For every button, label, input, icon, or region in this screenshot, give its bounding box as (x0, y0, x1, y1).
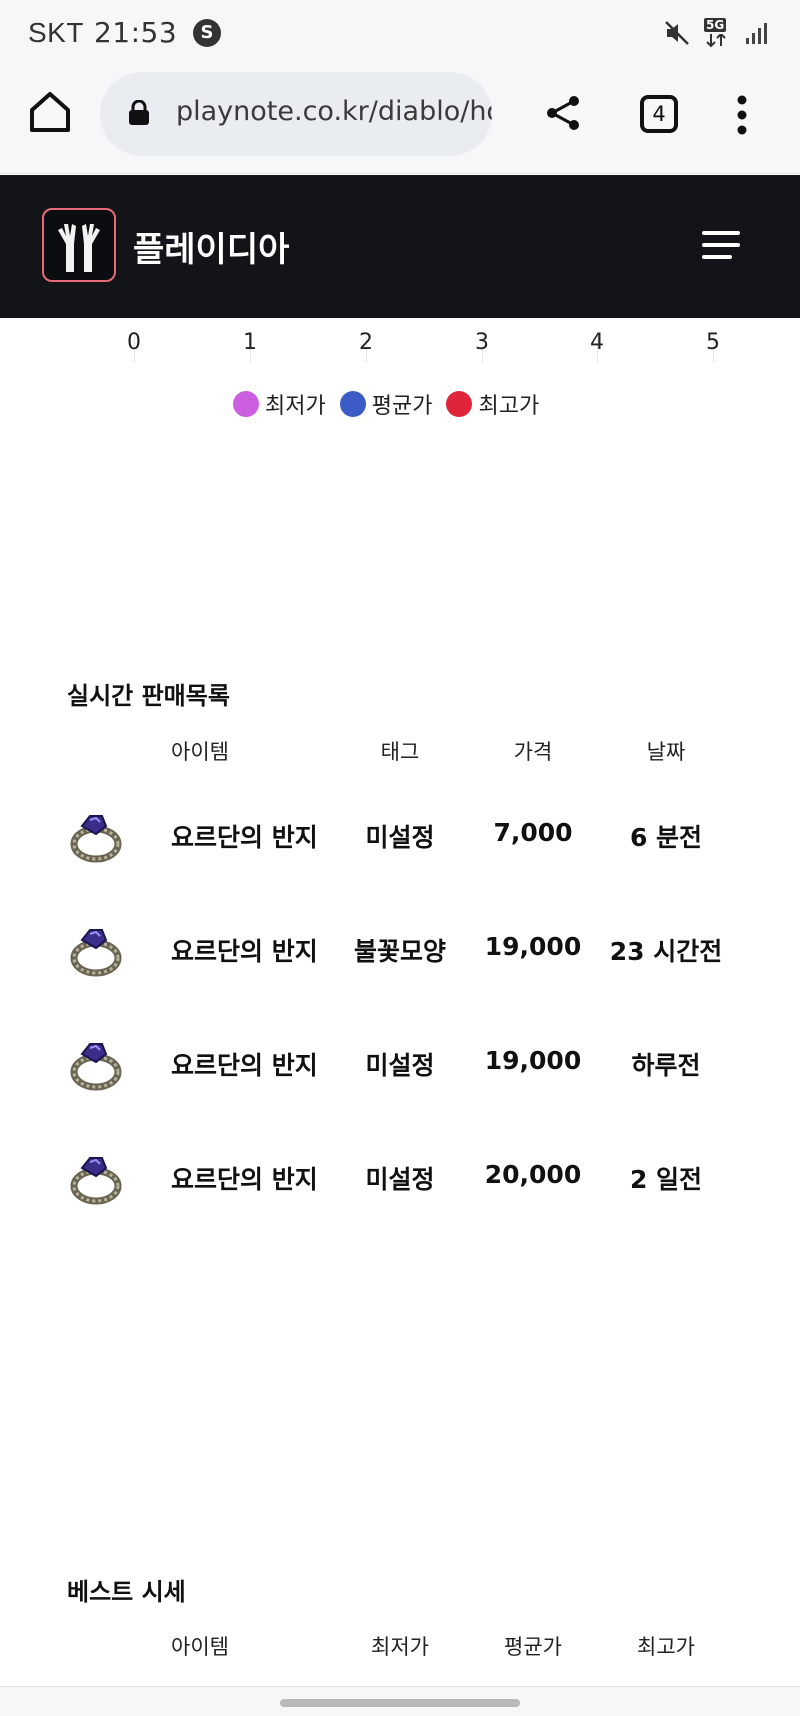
mute-icon (665, 21, 689, 45)
home-icon[interactable] (28, 90, 72, 134)
item-price: 19,000 (484, 1046, 582, 1075)
address-bar[interactable]: playnote.co.kr/diablo/hor (100, 72, 492, 156)
header-tag: 태그 (380, 740, 420, 764)
realtime-sales-title: 실시간 판매목록 (67, 682, 230, 710)
site-title[interactable]: 플레이디아 (133, 222, 289, 271)
browser-toolbar: playnote.co.kr/diablo/hor 4 (0, 66, 800, 174)
item-price: 20,000 (484, 1160, 582, 1189)
sale-date: 23 시간전 (609, 937, 723, 966)
legend-item[interactable]: 최고가 (446, 388, 539, 420)
header-item: 아이템 (171, 740, 229, 764)
legend-dot-icon (446, 391, 473, 417)
item-tag: 미설정 (365, 1051, 435, 1080)
legend-item[interactable]: 최저가 (233, 388, 326, 420)
site-header: 플레이디아 (0, 175, 800, 318)
item-name[interactable]: 요르단의 반지 (171, 932, 318, 968)
ring-item-icon (70, 1043, 122, 1091)
carrier-label: SKT (28, 16, 84, 48)
best-table-header: 아이템 최저가 평균가 최고가 (0, 1631, 800, 1671)
sale-date: 2 일전 (629, 1165, 703, 1194)
axis-tick-label: 4 (590, 330, 604, 355)
ring-item-icon (70, 1157, 122, 1205)
legend-item[interactable]: 평균가 (339, 388, 433, 420)
legend-label: 최고가 (478, 394, 540, 419)
header-min-price: 최저가 (371, 1635, 429, 1659)
sale-row[interactable]: 요르단의 반지 미설정 20,000 2 일전 (0, 1122, 800, 1236)
axis-tick-label: 5 (706, 330, 720, 355)
more-options-icon[interactable] (736, 95, 748, 135)
item-tag: 미설정 (365, 823, 435, 852)
axis-tick-label: 3 (475, 330, 489, 355)
legend-dot-icon (339, 391, 366, 417)
axis-tick-label: 2 (359, 330, 373, 355)
lock-icon (129, 100, 149, 125)
ring-item-icon (70, 929, 122, 977)
legend-dot-icon (233, 391, 259, 417)
item-price: 7,000 (493, 818, 573, 847)
item-name[interactable]: 요르단의 반지 (171, 1160, 318, 1196)
share-icon[interactable] (543, 93, 583, 133)
site-logo[interactable] (42, 208, 116, 282)
signal-icon (746, 23, 767, 44)
clock: 21:53 (93, 16, 178, 49)
item-price: 19,000 (484, 932, 582, 961)
network-badge-icon: 5G (704, 18, 730, 48)
item-tag: 불꽃모양 (353, 937, 446, 966)
sale-row[interactable]: 요르단의 반지 불꽃모양 19,000 23 시간전 (0, 894, 800, 1008)
status-left: SKT 21:53 (28, 16, 222, 49)
sale-date: 6 분전 (629, 823, 703, 852)
status-bar: SKT 21:53 5G (0, 0, 800, 66)
status-right: 5G (664, 18, 770, 48)
hamburger-menu-icon[interactable] (702, 231, 742, 261)
header-max-price: 최고가 (637, 1635, 695, 1659)
shazam-icon (193, 18, 222, 47)
realtime-table-header: 아이템 태그 가격 날짜 (0, 736, 800, 776)
tab-switcher-button[interactable]: 4 (640, 95, 678, 133)
legend-label: 최저가 (265, 394, 326, 419)
header-item: 아이템 (171, 1635, 229, 1659)
header-price: 가격 (513, 740, 553, 764)
axis-tick-label: 0 (127, 330, 141, 355)
chart-x-axis: 0 1 2 3 4 5 (0, 318, 800, 378)
legend-label: 평균가 (371, 394, 433, 419)
item-name[interactable]: 요르단의 반지 (171, 818, 318, 854)
logo-hands-icon (58, 224, 100, 272)
sale-row[interactable]: 요르단의 반지 미설정 7,000 6 분전 (0, 780, 800, 894)
item-name[interactable]: 요르단의 반지 (171, 1046, 318, 1082)
ring-item-icon (70, 815, 122, 863)
header-avg-price: 평균가 (504, 1635, 562, 1659)
gesture-handle[interactable] (280, 1699, 520, 1707)
axis-tick-label: 1 (243, 330, 257, 355)
best-prices-title: 베스트 시세 (67, 1578, 186, 1606)
sale-date: 하루전 (631, 1051, 701, 1080)
header-date: 날짜 (646, 740, 686, 764)
system-navigation-bar (0, 1686, 800, 1716)
network-type-label: 5G (704, 18, 727, 32)
item-tag: 미설정 (365, 1165, 435, 1194)
url-text[interactable]: playnote.co.kr/diablo/hor (176, 96, 492, 127)
chart-legend: 최저가 평균가 최고가 (233, 388, 539, 420)
sale-row[interactable]: 요르단의 반지 미설정 19,000 하루전 (0, 1008, 800, 1122)
